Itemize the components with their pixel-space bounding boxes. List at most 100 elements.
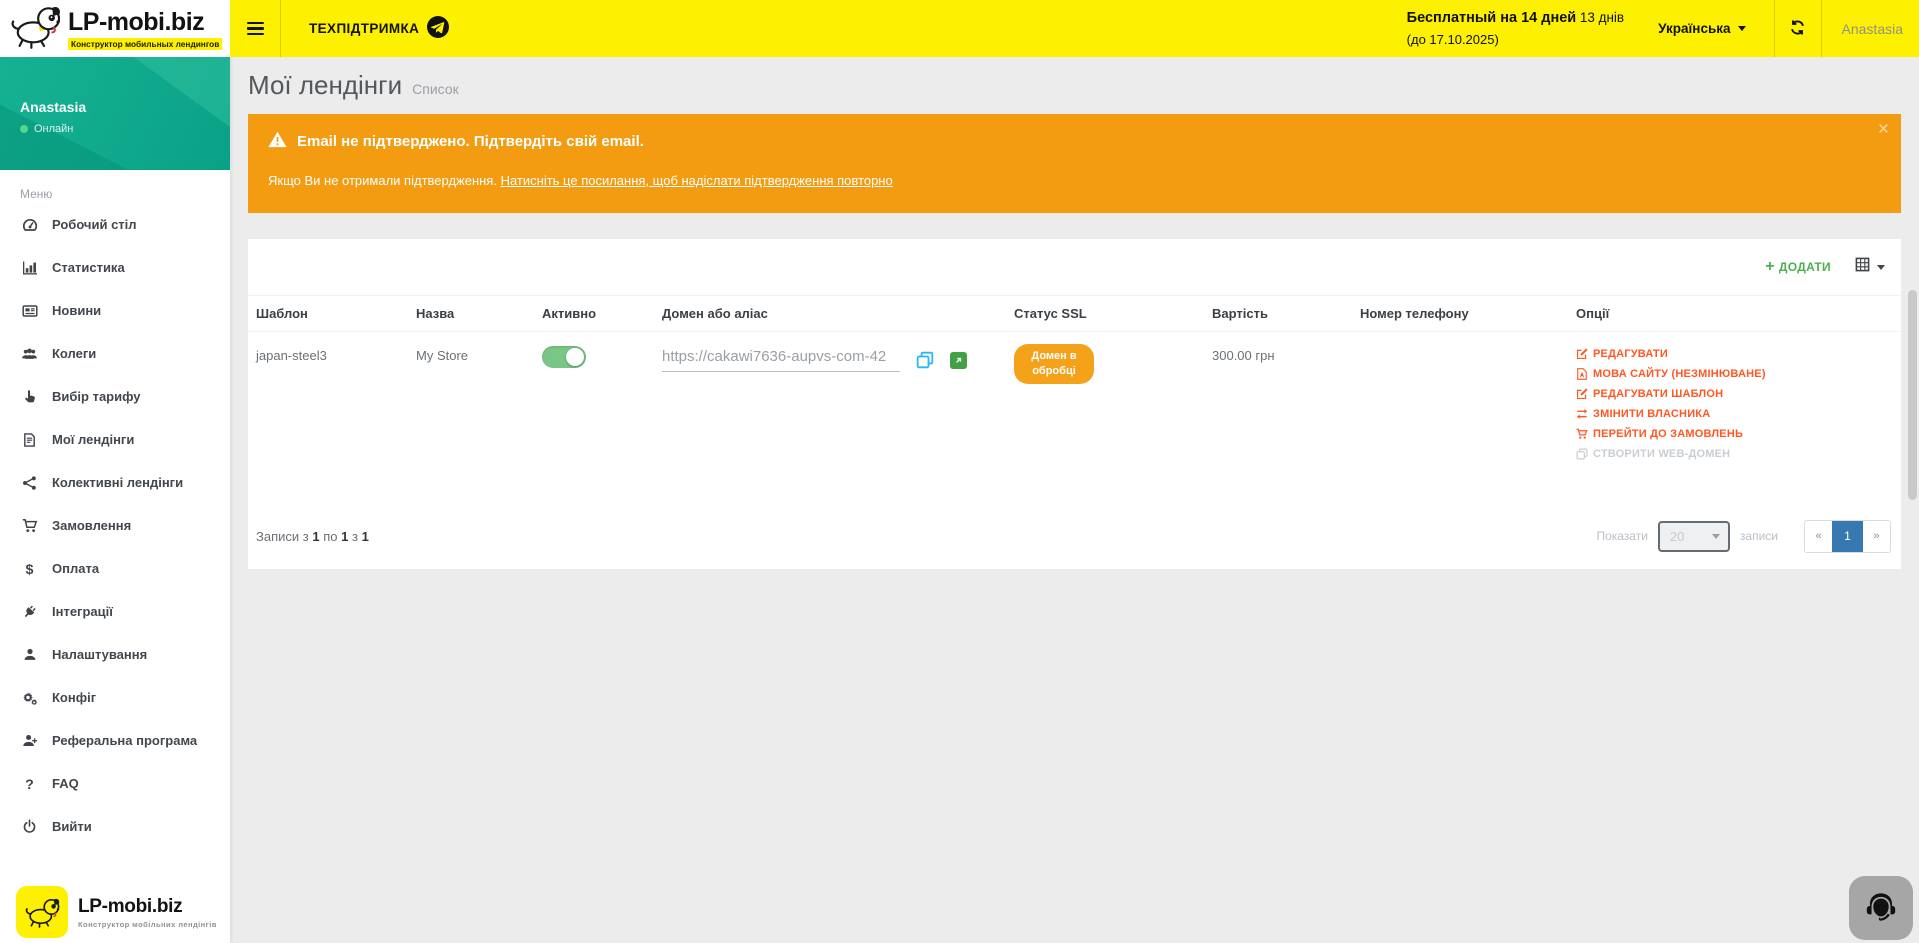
support-label: ТЕХПІДТРИМКА: [309, 21, 419, 36]
column-header-options: Опції: [1568, 296, 1901, 332]
sidebar-item-referral[interactable]: Реферальна програма: [0, 719, 230, 762]
option-label: ПЕРЕЙТИ ДО ЗАМОВЛЕНЬ: [1593, 428, 1743, 440]
user-icon: [20, 647, 39, 662]
user-plus-icon: [20, 733, 39, 748]
bar-chart-icon: [20, 260, 39, 276]
clone-icon: [1576, 448, 1588, 460]
column-header-active: Активно: [534, 296, 654, 332]
chevron-down-icon: [1712, 534, 1720, 539]
sidebar-item-config[interactable]: Конфіг: [0, 676, 230, 719]
sidebar-item-label: Оплата: [52, 561, 99, 576]
sidebar-item-label: Мої лендінги: [52, 432, 134, 447]
option-create-web-domain: СТВОРИТИ WEB-ДОМЕН: [1576, 448, 1893, 460]
users-icon: [20, 346, 39, 362]
sidebar-item-my-landings[interactable]: Мої лендінги: [0, 418, 230, 461]
option-go-to-orders[interactable]: ПЕРЕЙТИ ДО ЗАМОВЛЕНЬ: [1576, 428, 1893, 440]
edit-template-icon: [1576, 388, 1588, 400]
brand-subtitle: Конструктор мобильных лендингов: [68, 38, 222, 50]
menu-label: Меню: [20, 187, 230, 201]
cell-price: 300.00 грн: [1204, 332, 1352, 506]
option-edit[interactable]: РЕДАГУВАТИ: [1576, 348, 1893, 360]
sidebar-item-collective-landings[interactable]: Колективні лендінги: [0, 461, 230, 504]
top-bar: LP-mobi.biz Конструктор мобильных лендин…: [0, 0, 1919, 57]
chevron-down-icon: [1738, 26, 1746, 31]
column-header-domain: Домен або аліас: [654, 296, 1006, 332]
chevron-down-icon: [1877, 265, 1885, 270]
refresh-icon: [1789, 19, 1806, 39]
prev-page-button[interactable]: «: [1805, 521, 1832, 552]
sidebar-item-colleagues[interactable]: Колеги: [0, 332, 230, 375]
add-button-label: ДОДАТИ: [1779, 260, 1831, 274]
tariff-days-left: 13 днів: [1580, 10, 1624, 25]
active-toggle[interactable]: [542, 346, 586, 368]
option-label: СТВОРИТИ WEB-ДОМЕН: [1593, 448, 1730, 460]
sidebar-item-dashboard[interactable]: Робочий стіл: [0, 203, 230, 246]
cell-name: My Store: [408, 332, 534, 506]
next-page-button[interactable]: »: [1863, 521, 1890, 552]
edit-icon: [1576, 348, 1588, 360]
option-label: ЗМІНИТИ ВЛАСНИКА: [1593, 408, 1710, 420]
option-edit-template[interactable]: РЕДАГУВАТИ ШАБЛОН: [1576, 388, 1893, 400]
sidebar-item-statistics[interactable]: Статистика: [0, 246, 230, 289]
sidebar-footer-logo: LP-mobi.biz Конструктор мобільних лендін…: [16, 886, 217, 938]
refresh-button[interactable]: [1775, 0, 1821, 57]
sidebar-item-payment[interactable]: $ Оплата: [0, 547, 230, 590]
question-icon: ?: [20, 776, 39, 792]
pagination: « 1 »: [1804, 520, 1891, 553]
cell-active: [534, 332, 654, 506]
sidebar-item-logout[interactable]: Вийти: [0, 805, 230, 848]
sidebar-item-integrations[interactable]: Інтеграції: [0, 590, 230, 633]
sidebar-item-label: Статистика: [52, 260, 125, 275]
open-domain-icon[interactable]: [950, 352, 967, 369]
sidebar-item-faq[interactable]: ? FAQ: [0, 762, 230, 805]
dollar-icon: $: [20, 561, 39, 577]
header-username[interactable]: Anastasia: [1822, 21, 1919, 37]
column-header-template: Шаблон: [248, 296, 408, 332]
copy-domain-icon[interactable]: [916, 351, 934, 369]
landing-pages-icon: [20, 432, 39, 448]
sidebar-item-settings[interactable]: Налаштування: [0, 633, 230, 676]
sidebar-item-label: Інтеграції: [52, 604, 113, 619]
sidebar-item-label: Колективні лендінги: [52, 475, 183, 490]
add-landing-button[interactable]: + ДОДАТИ: [1765, 259, 1831, 275]
sidebar-item-news[interactable]: Новини: [0, 289, 230, 332]
exchange-icon: [1576, 408, 1588, 420]
option-site-language[interactable]: МОВА САЙТУ (НЕЗМІНЮВАНЕ): [1576, 368, 1893, 380]
resend-confirmation-link[interactable]: Натисніть це посилання, щоб надіслати пі…: [501, 173, 893, 188]
warning-icon: [268, 131, 287, 152]
option-change-owner[interactable]: ЗМІНИТИ ВЛАСНИКА: [1576, 408, 1893, 420]
online-status-label: Онлайн: [34, 123, 73, 135]
hand-pointer-icon: [20, 389, 39, 405]
table-row: japan-steel3 My Store: [248, 332, 1901, 506]
brand-logo[interactable]: LP-mobi.biz Конструктор мобильных лендин…: [0, 0, 230, 57]
gears-icon: [20, 690, 39, 706]
scrollbar-thumb[interactable]: [1908, 290, 1917, 500]
language-selector[interactable]: Українська: [1658, 21, 1745, 36]
domain-input[interactable]: [662, 348, 900, 372]
chat-widget-button[interactable]: [1849, 876, 1913, 940]
top-bar-yellow: ТЕХПІДТРИМКА Бесплатный на 14 дней 13 дн…: [230, 0, 1919, 57]
page-size-value: 20: [1670, 529, 1684, 544]
cell-ssl-status: Домен в обробці: [1006, 332, 1204, 506]
cell-options: РЕДАГУВАТИ МОВА САЙТУ (НЕЗМІНЮВАНЕ) РЕДА…: [1568, 332, 1901, 506]
sidebar-user-name: Anastasia: [0, 57, 230, 115]
sidebar-item-orders[interactable]: Замовлення: [0, 504, 230, 547]
page-size-select[interactable]: 20: [1658, 521, 1730, 552]
sidebar: Anastasia Онлайн Меню Робочий стіл Стати…: [0, 57, 230, 943]
columns-dropdown[interactable]: [1855, 257, 1885, 277]
sidebar-item-tariff[interactable]: Вибір тарифу: [0, 375, 230, 418]
app-window: LP-mobi.biz Конструктор мобильных лендин…: [0, 0, 1919, 943]
records-info: Записи з 1 по 1 з 1: [256, 529, 369, 544]
support-link[interactable]: ТЕХПІДТРИМКА: [281, 0, 477, 57]
banner-title: Email не підтверджено. Підтвердіть свій …: [297, 133, 644, 150]
show-label: Показати: [1596, 529, 1647, 543]
banner-close-button[interactable]: ×: [1878, 120, 1889, 139]
sidebar-item-label: Налаштування: [52, 647, 147, 662]
sidebar-item-label: Замовлення: [52, 518, 131, 533]
sidebar-item-label: Робочий стіл: [52, 217, 137, 232]
page-1-button[interactable]: 1: [1832, 521, 1863, 552]
hamburger-menu-button[interactable]: [230, 0, 280, 57]
sidebar-menu: Робочий стіл Статистика Новини Колеги Ви…: [0, 203, 230, 848]
option-label: МОВА САЙТУ (НЕЗМІНЮВАНЕ): [1593, 368, 1766, 380]
cart-icon: [1576, 428, 1588, 440]
